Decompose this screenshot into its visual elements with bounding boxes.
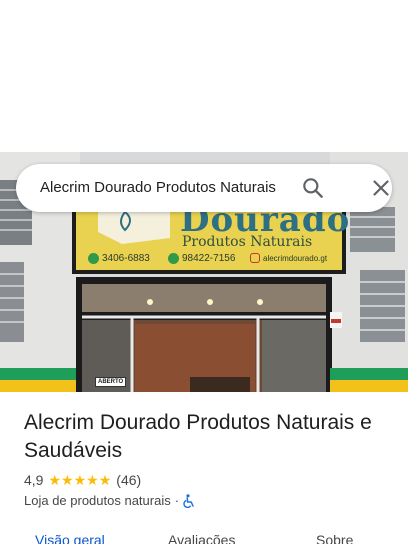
rating-stars: ★ ★ ★ ★ ★: [48, 473, 111, 487]
star-icon: ★: [73, 472, 87, 488]
sign-phone-2: 98422-7156: [168, 253, 235, 264]
category-row: Loja de produtos naturais ·: [24, 493, 195, 508]
search-bar[interactable]: Alecrim Dourado Produtos Naturais: [16, 164, 392, 212]
whatsapp-icon: [88, 253, 99, 264]
tab-reviews[interactable]: Avaliações: [168, 532, 235, 544]
place-title: Alecrim Dourado Produtos Naturais e Saud…: [24, 411, 372, 462]
sign-phone-1: 3406-6883: [88, 253, 150, 264]
star-icon: ★: [98, 472, 112, 488]
separator: ·: [174, 493, 180, 508]
door-sign-text: ABERTO: [95, 377, 127, 387]
wheelchair-icon[interactable]: [183, 493, 195, 508]
place-category: Loja de produtos naturais: [24, 493, 171, 508]
star-icon: ★: [86, 472, 99, 488]
search-icon[interactable]: [300, 175, 326, 201]
star-icon: ★: [61, 472, 74, 488]
close-icon[interactable]: [368, 175, 394, 201]
tab-overview[interactable]: Visão geral: [35, 532, 105, 544]
rating-row[interactable]: 4,9 ★ ★ ★ ★ ★ (46): [24, 472, 141, 488]
review-count[interactable]: (46): [116, 472, 141, 488]
tab-about[interactable]: Sobre: [316, 532, 353, 544]
sign-phone-1-text: 3406-6883: [102, 253, 150, 264]
sign-tagline-text: Produtos Naturais: [182, 234, 313, 250]
place-tabs: Visão geral Avaliações Sobre: [0, 530, 408, 544]
star-icon: ★: [48, 472, 62, 488]
sign-instagram-text: alecrimdourado.gt: [263, 253, 328, 263]
search-input[interactable]: Alecrim Dourado Produtos Naturais: [40, 179, 276, 196]
rating-value: 4,9: [24, 472, 44, 488]
map-blank-area: [0, 0, 408, 152]
sign-instagram: alecrimdourado.gt: [250, 253, 327, 263]
sign-phone-2-text: 98422-7156: [182, 253, 236, 264]
instagram-icon: [250, 253, 260, 263]
whatsapp-icon: [168, 253, 179, 264]
